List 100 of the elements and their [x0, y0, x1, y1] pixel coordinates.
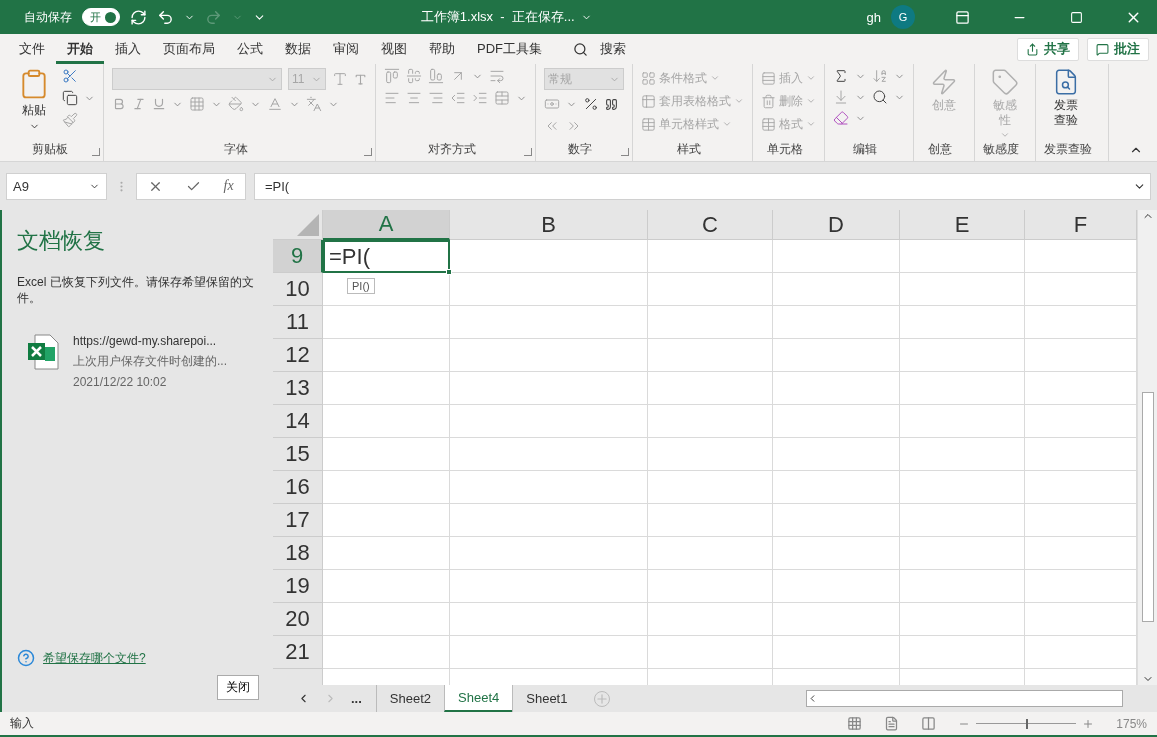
grid-cell[interactable] — [900, 339, 1025, 372]
italic-icon[interactable] — [132, 97, 146, 111]
grid-cell[interactable] — [648, 240, 773, 273]
currency-icon[interactable] — [544, 96, 560, 112]
grid-cell[interactable] — [450, 570, 648, 603]
column-header[interactable]: C — [648, 210, 773, 240]
row-header[interactable]: 13 — [273, 372, 323, 405]
grid-cell[interactable] — [773, 603, 900, 636]
grid-cell[interactable] — [773, 306, 900, 339]
grid-cell[interactable] — [648, 471, 773, 504]
grid-cell[interactable] — [648, 636, 773, 669]
zoom-in-icon[interactable] — [1082, 717, 1095, 730]
normal-view-icon[interactable] — [847, 716, 863, 731]
dialog-launcher-icon[interactable] — [92, 148, 100, 156]
close-button[interactable]: 关闭 — [217, 675, 259, 700]
grid-cell[interactable] — [773, 471, 900, 504]
grid-cell[interactable] — [323, 537, 450, 570]
grid-cell[interactable] — [648, 570, 773, 603]
ribbon-tab[interactable]: 公式 — [226, 34, 274, 64]
row-header[interactable]: 18 — [273, 537, 323, 570]
borders-icon[interactable] — [189, 96, 205, 112]
wrap-text-icon[interactable] — [489, 68, 505, 84]
eraser-icon[interactable] — [833, 110, 849, 126]
row-header[interactable]: 16 — [273, 471, 323, 504]
autosave-toggle[interactable]: 开 — [82, 8, 120, 26]
ribbon-tab[interactable]: 页面布局 — [152, 34, 226, 64]
grid-cell[interactable] — [323, 339, 450, 372]
grid-cell[interactable] — [450, 240, 648, 273]
ribbon-tab[interactable]: 帮助 — [418, 34, 466, 64]
comments-button[interactable]: 批注 — [1087, 37, 1149, 61]
grid-cell[interactable] — [900, 504, 1025, 537]
grid-cell[interactable] — [773, 504, 900, 537]
grid-cell[interactable] — [323, 603, 450, 636]
dialog-launcher-icon[interactable] — [621, 148, 629, 156]
row-header[interactable]: 11 — [273, 306, 323, 339]
grid-cell[interactable] — [900, 537, 1025, 570]
grid-cell[interactable] — [450, 372, 648, 405]
underline-icon[interactable] — [152, 97, 166, 111]
dialog-launcher-icon[interactable] — [524, 148, 532, 156]
align-center-icon[interactable] — [406, 90, 422, 106]
phonetic-icon[interactable] — [306, 96, 322, 112]
user-avatar[interactable]: G — [891, 5, 915, 29]
grid-cell[interactable] — [648, 372, 773, 405]
grid-cell[interactable] — [773, 537, 900, 570]
undo-icon[interactable] — [157, 8, 174, 26]
row-header[interactable]: 15 — [273, 438, 323, 471]
scissors-icon[interactable] — [62, 68, 78, 84]
row-header[interactable]: 20 — [273, 603, 323, 636]
format-painter-icon[interactable] — [62, 112, 78, 128]
grid-cell[interactable] — [773, 273, 900, 306]
row-header[interactable]: 9 — [273, 240, 323, 273]
grid-cell[interactable] — [900, 603, 1025, 636]
grid-cell[interactable] — [450, 306, 648, 339]
fill-icon[interactable] — [833, 89, 849, 105]
bold-icon[interactable] — [112, 97, 126, 111]
grid-cell[interactable] — [450, 438, 648, 471]
ribbon-tab[interactable]: 审阅 — [322, 34, 370, 64]
align-right-icon[interactable] — [428, 90, 444, 106]
grid-cell[interactable] — [648, 306, 773, 339]
align-bottom-icon[interactable] — [428, 68, 444, 84]
vertical-scrollbar[interactable] — [1137, 210, 1157, 685]
grid-cell[interactable] — [773, 636, 900, 669]
ribbon-tab[interactable]: 视图 — [370, 34, 418, 64]
grid-cell[interactable] — [900, 471, 1025, 504]
dialog-launcher-icon[interactable] — [364, 148, 372, 156]
copy-icon[interactable] — [62, 90, 78, 106]
grid-cell[interactable] — [648, 339, 773, 372]
ribbon-tab[interactable]: 数据 — [274, 34, 322, 64]
help-link[interactable]: 希望保存哪个文件? — [43, 649, 146, 667]
indent-decrease-icon[interactable] — [450, 90, 466, 106]
ribbon-button[interactable]: 发票查验 — [1044, 68, 1088, 128]
grid-cell[interactable] — [648, 273, 773, 306]
grid-cell[interactable] — [450, 504, 648, 537]
page-layout-icon[interactable] — [884, 716, 900, 731]
row-header[interactable]: 10 — [273, 273, 323, 306]
grid-cell[interactable] — [900, 405, 1025, 438]
ribbon-tab[interactable]: PDF工具集 — [466, 34, 553, 64]
grid-cell[interactable] — [323, 273, 450, 306]
row-header[interactable]: 21 — [273, 636, 323, 669]
grid-cell[interactable] — [648, 405, 773, 438]
sort-filter-icon[interactable] — [872, 68, 888, 84]
column-header[interactable]: E — [900, 210, 1025, 240]
grid-cell[interactable] — [773, 339, 900, 372]
align-top-icon[interactable] — [384, 68, 400, 84]
page-break-icon[interactable] — [921, 716, 937, 731]
font-name-field[interactable] — [112, 68, 282, 90]
column-header[interactable]: B — [450, 210, 648, 240]
align-middle-icon[interactable] — [406, 68, 422, 84]
scrollbar-thumb[interactable] — [1141, 392, 1154, 622]
insert-function-button[interactable]: fx — [223, 178, 234, 194]
horizontal-scrollbar[interactable] — [806, 690, 1123, 707]
grid-cell[interactable] — [323, 306, 450, 339]
column-header[interactable]: D — [773, 210, 900, 240]
grid-cell[interactable] — [900, 438, 1025, 471]
share-button[interactable]: 共享 — [1017, 37, 1079, 61]
formula-field[interactable]: =PI( — [254, 172, 1151, 200]
grid-cell[interactable] — [773, 570, 900, 603]
search-label[interactable]: 搜索 — [600, 40, 626, 58]
search-icon[interactable] — [573, 41, 588, 57]
grid-cell[interactable] — [323, 471, 450, 504]
